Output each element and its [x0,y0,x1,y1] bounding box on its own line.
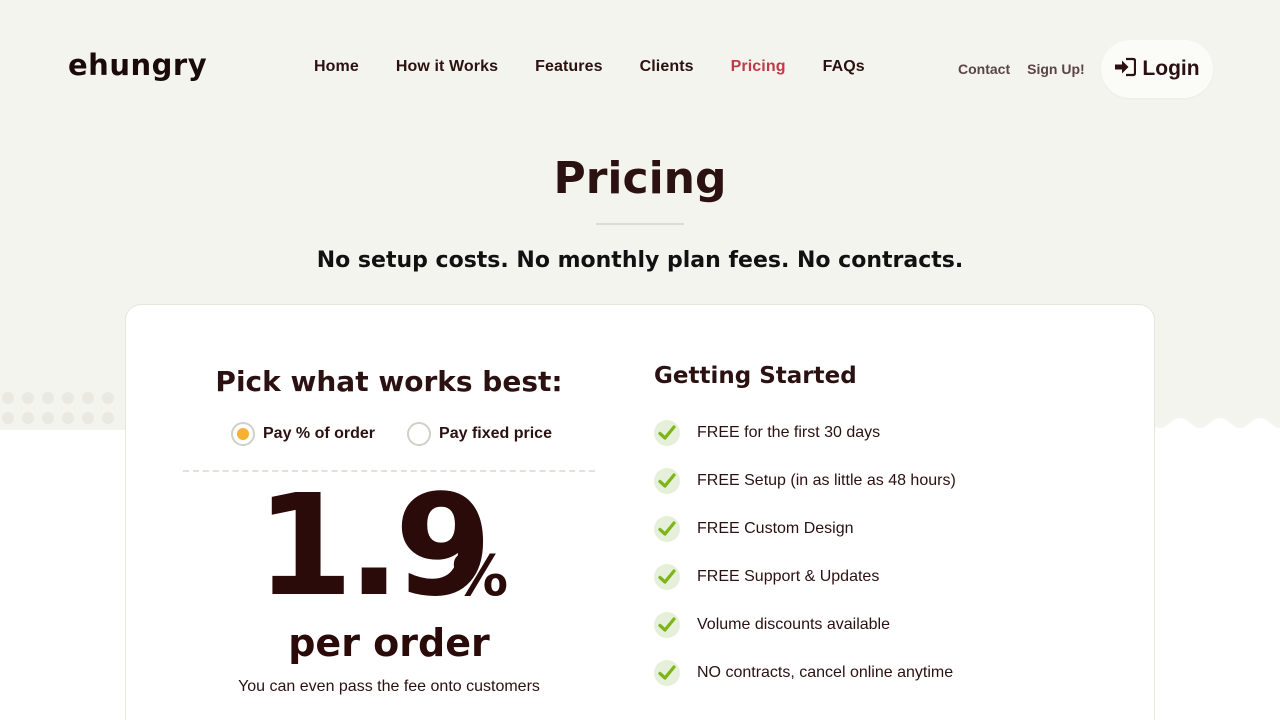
nav-features[interactable]: Features [535,58,603,76]
ehungry-logo[interactable]: ehungry [68,48,207,82]
list-item: FREE Support & Updates [654,553,956,601]
login-button[interactable]: Login [1101,40,1213,98]
option-percent-of-order[interactable]: Pay % of order [231,422,375,446]
signup-link[interactable]: Sign Up! [1027,61,1085,77]
check-icon [654,564,680,590]
getting-started-heading: Getting Started [654,363,857,389]
page-title: Pricing [553,153,727,204]
radio-fixed-price[interactable] [407,422,432,446]
check-icon [654,612,680,638]
getting-started-list: FREE for the first 30 days FREE Setup (i… [654,409,956,697]
option-fixed-label: Pay fixed price [439,425,552,442]
pricing-note: You can even pass the fee onto customers [238,678,540,695]
list-item-text: FREE Support & Updates [697,568,880,585]
list-item: FREE Custom Design [654,505,956,553]
nav-home[interactable]: Home [314,58,359,76]
main-nav: Home How it Works Features Clients Prici… [314,58,902,76]
nav-how-it-works[interactable]: How it Works [396,58,498,76]
list-item: NO contracts, cancel online anytime [654,649,956,697]
page-subtitle: No setup costs. No monthly plan fees. No… [316,248,964,273]
contact-link[interactable]: Contact [958,61,1010,77]
list-item: FREE for the first 30 days [654,409,956,457]
check-icon [654,660,680,686]
title-divider [596,223,684,225]
pricing-heading: Pick what works best: [215,365,563,398]
list-item-text: FREE for the first 30 days [697,424,881,441]
list-item: Volume discounts available [654,601,956,649]
rate-unit: % [452,544,509,609]
list-item-text: Volume discounts available [697,616,891,633]
check-icon [654,420,680,446]
check-icon [654,468,680,494]
logo-smile: u [109,48,131,82]
option-fixed-price[interactable]: Pay fixed price [407,422,552,446]
nav-clients[interactable]: Clients [640,58,694,76]
list-item-text: FREE Custom Design [697,520,854,537]
site-header: ehungry Home How it Works Features Clien… [0,0,1280,130]
login-label: Login [1142,57,1200,80]
sign-in-icon [1114,57,1137,81]
nav-pricing[interactable]: Pricing [731,58,786,76]
option-percent-label: Pay % of order [263,425,376,442]
radio-percent-of-order[interactable] [231,422,255,446]
rate-label: per order [288,621,490,665]
pricing-card: Pick what works best: Pay % of order Pay… [125,304,1155,720]
list-item-text: NO contracts, cancel online anytime [697,664,954,681]
list-item-text: FREE Setup (in as little as 48 hours) [697,472,956,489]
decorative-dots [0,388,130,448]
list-item: FREE Setup (in as little as 48 hours) [654,457,956,505]
pricing-options: Pay % of order Pay fixed price [231,422,552,446]
check-icon [654,516,680,542]
header-secondary-links: Contact Sign Up! [958,61,1102,77]
nav-faqs[interactable]: FAQs [823,58,865,76]
